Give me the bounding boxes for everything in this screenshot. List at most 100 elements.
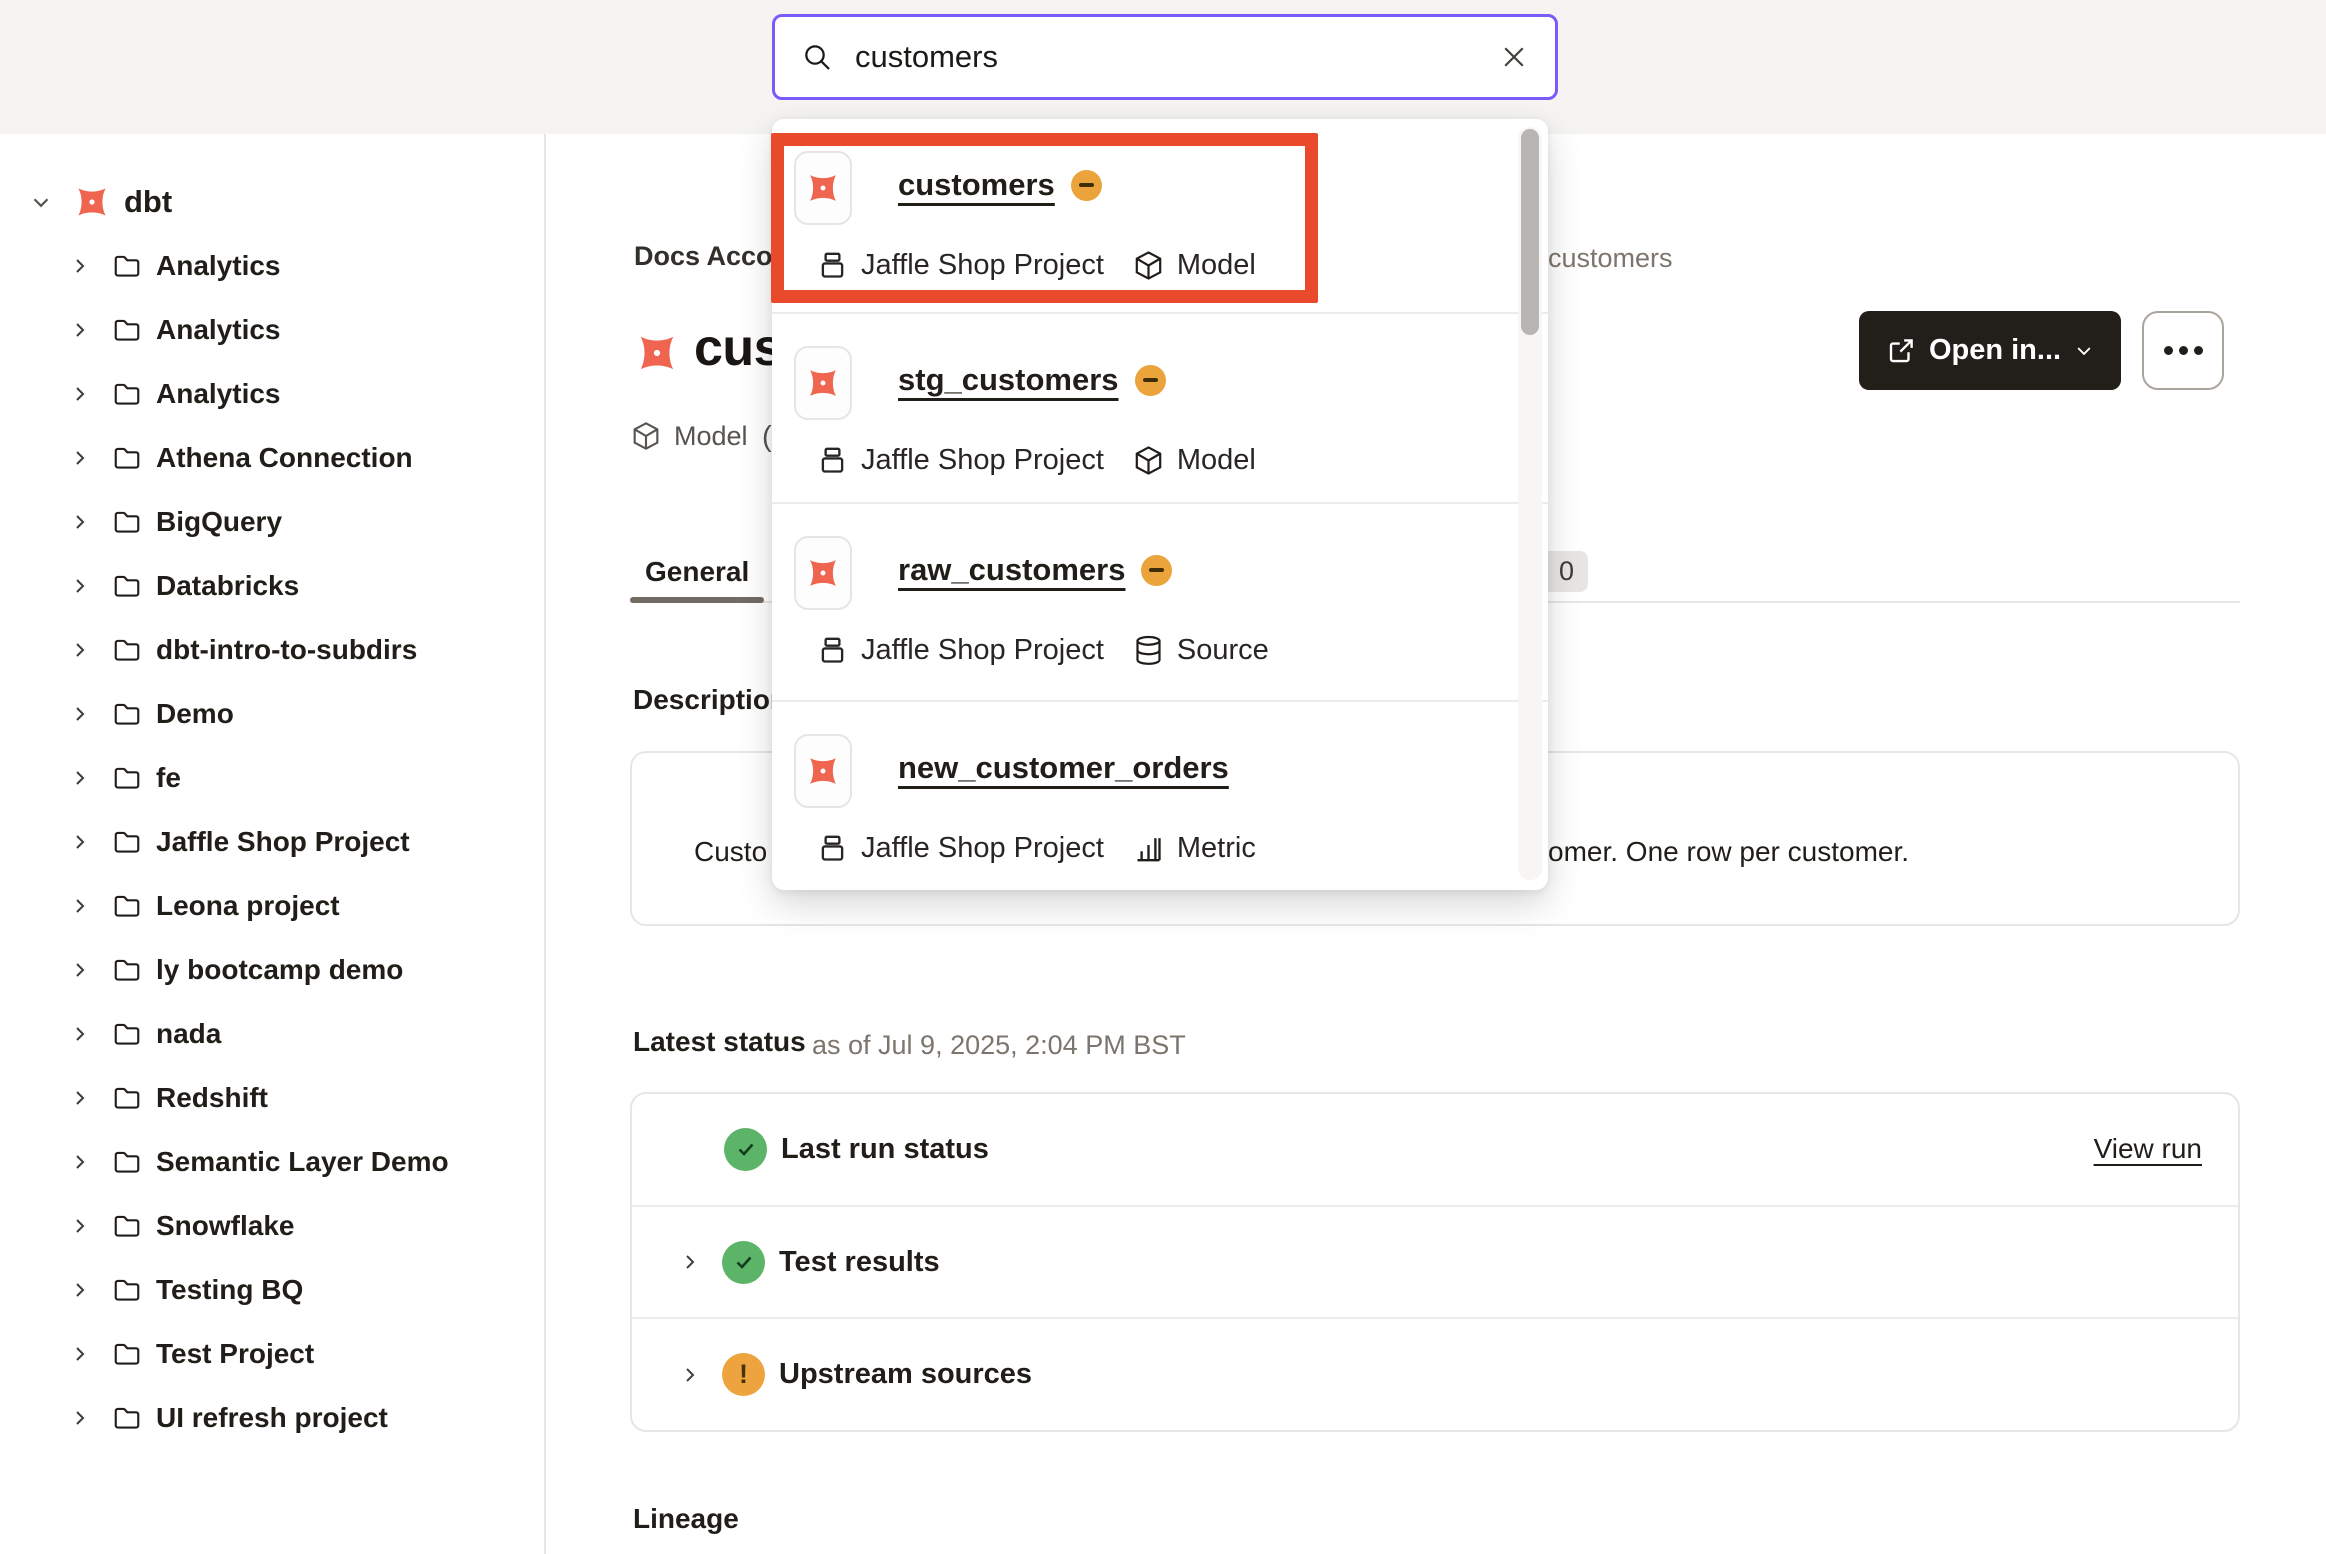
status-row-label: Upstream sources [779, 1358, 1032, 1391]
model-icon [1132, 444, 1165, 477]
sidebar-item[interactable]: dbt-intro-to-subdirs [0, 618, 544, 682]
folder-icon [112, 1275, 142, 1305]
sidebar-item-label: dbt-intro-to-subdirs [156, 634, 417, 666]
test-results-row[interactable]: Test results [632, 1205, 2238, 1318]
result-name-link[interactable]: customers [898, 167, 1055, 203]
folder-icon [112, 1019, 142, 1049]
chevron-right-icon [68, 254, 92, 278]
open-in-label: Open in... [1929, 334, 2061, 367]
success-icon [722, 1241, 765, 1284]
view-run-link[interactable]: View run [2094, 1133, 2202, 1165]
search-result-customers[interactable]: customers Jaffle Shop Project Model [772, 119, 1548, 312]
model-icon [630, 420, 662, 452]
clear-search-icon[interactable] [1499, 42, 1529, 72]
result-name-link[interactable]: new_customer_orders [898, 750, 1229, 786]
stale-badge-icon [1141, 555, 1172, 586]
dbt-logo-icon [796, 356, 850, 410]
result-type-label: Source [1177, 634, 1269, 667]
sidebar-item[interactable]: Jaffle Shop Project [0, 810, 544, 874]
chevron-right-icon [68, 510, 92, 534]
sidebar-item[interactable]: Testing BQ [0, 1258, 544, 1322]
result-project-label: Jaffle Shop Project [861, 634, 1104, 667]
chevron-right-icon [68, 382, 92, 406]
result-tile [794, 151, 852, 225]
sidebar-item[interactable]: UI refresh project [0, 1386, 544, 1450]
chevron-right-icon [68, 766, 92, 790]
sidebar-item[interactable]: Semantic Layer Demo [0, 1130, 544, 1194]
result-name-link[interactable]: raw_customers [898, 552, 1125, 588]
sidebar-item[interactable]: Redshift [0, 1066, 544, 1130]
chevron-right-icon [68, 1214, 92, 1238]
chevron-right-icon [68, 1342, 92, 1366]
result-meta: Jaffle Shop Project Model [816, 444, 1256, 477]
result-tile [794, 536, 852, 610]
folder-icon [112, 379, 142, 409]
warning-icon: ! [722, 1353, 765, 1396]
success-icon [724, 1128, 767, 1171]
sidebar-item[interactable]: Test Project [0, 1322, 544, 1386]
metric-icon [1132, 832, 1165, 865]
result-meta: Jaffle Shop Project Source [816, 634, 1269, 667]
sidebar-item-label: ly bootcamp demo [156, 954, 403, 986]
sidebar-item-dbt-root[interactable]: dbt [0, 170, 544, 234]
sidebar-item[interactable]: Leona project [0, 874, 544, 938]
resource-type: Model [630, 420, 748, 452]
stale-badge-icon [1135, 365, 1166, 396]
sidebar-item[interactable]: fe [0, 746, 544, 810]
latest-status-heading: Latest status [633, 1026, 806, 1058]
sidebar-item-label: Test Project [156, 1338, 314, 1370]
sidebar-item-label: Analytics [156, 250, 281, 282]
search-result-new-customer-orders[interactable]: new_customer_orders Jaffle Shop Project … [772, 700, 1548, 888]
open-in-button[interactable]: Open in... [1859, 311, 2121, 390]
folder-icon [112, 1083, 142, 1113]
sidebar-item-label: Analytics [156, 378, 281, 410]
sidebar-item[interactable]: Snowflake [0, 1194, 544, 1258]
more-actions-button[interactable] [2142, 311, 2224, 390]
sidebar-item-label: BigQuery [156, 506, 282, 538]
chevron-right-icon [68, 1406, 92, 1430]
search-icon [801, 41, 833, 73]
chevron-down-icon [2074, 341, 2094, 361]
sidebar-item[interactable]: Athena Connection [0, 426, 544, 490]
folder-icon [112, 1211, 142, 1241]
dbt-logo-icon [796, 546, 850, 600]
sidebar-item-label: nada [156, 1018, 221, 1050]
project-icon [816, 832, 849, 865]
result-project-label: Jaffle Shop Project [861, 444, 1104, 477]
sidebar-item[interactable]: Analytics [0, 298, 544, 362]
result-type-label: Model [1177, 444, 1256, 477]
upstream-sources-row[interactable]: ! Upstream sources [632, 1317, 2238, 1430]
folder-icon [112, 635, 142, 665]
chevron-right-icon [68, 574, 92, 598]
sidebar-item[interactable]: Analytics [0, 362, 544, 426]
folder-icon [112, 251, 142, 281]
search-input[interactable] [855, 39, 1499, 75]
dropdown-scrollbar-thumb[interactable] [1521, 129, 1539, 335]
result-tile [794, 346, 852, 420]
model-icon [1132, 249, 1165, 282]
ellipsis-icon [2194, 346, 2203, 355]
search-result-raw-customers[interactable]: raw_customers Jaffle Shop Project Source [772, 502, 1548, 700]
sidebar-item-label: Databricks [156, 570, 299, 602]
folder-icon [112, 891, 142, 921]
search-result-stg-customers[interactable]: stg_customers Jaffle Shop Project Model [772, 312, 1548, 502]
sidebar-item[interactable]: Analytics [0, 234, 544, 298]
description-text: omer. One row per customer. [1548, 836, 1909, 868]
search-results-dropdown: customers Jaffle Shop Project Model stg_… [772, 119, 1548, 890]
result-name-link[interactable]: stg_customers [898, 362, 1119, 398]
breadcrumb-current: customers [1548, 243, 1673, 274]
folder-icon [112, 443, 142, 473]
global-search[interactable] [772, 14, 1558, 100]
folder-icon [112, 699, 142, 729]
sidebar-item[interactable]: nada [0, 1002, 544, 1066]
sidebar-item[interactable]: Demo [0, 682, 544, 746]
sidebar-item-label: Analytics [156, 314, 281, 346]
folder-icon [112, 507, 142, 537]
sidebar-item[interactable]: Databricks [0, 554, 544, 618]
result-type-label: Model [1177, 249, 1256, 282]
sidebar-item[interactable]: BigQuery [0, 490, 544, 554]
sidebar-item[interactable]: ly bootcamp demo [0, 938, 544, 1002]
tab-general[interactable]: General [645, 556, 749, 588]
tab-count-value: 0 [1559, 556, 1574, 587]
chevron-down-icon [28, 189, 54, 215]
